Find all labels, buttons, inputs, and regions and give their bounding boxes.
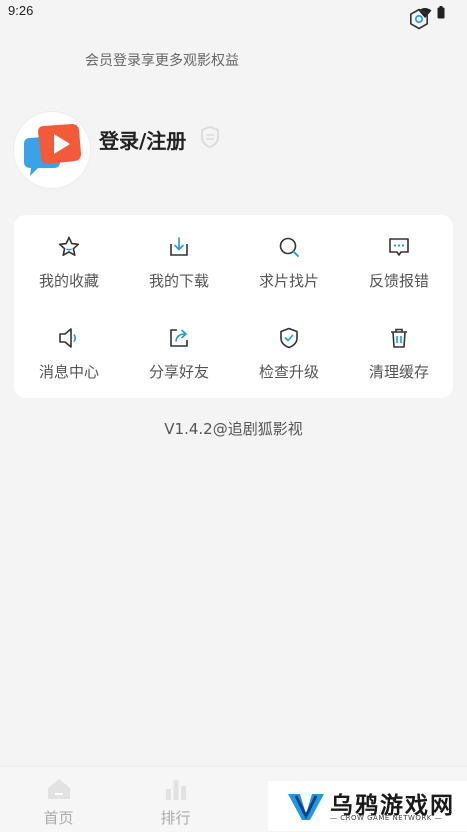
feedback-icon: [387, 235, 411, 259]
shield-check-icon: [277, 326, 301, 350]
menu-item-check-update[interactable]: 检查升级: [234, 306, 344, 386]
menu-item-messages[interactable]: 消息中心: [14, 306, 124, 386]
tab-home[interactable]: 首页: [0, 767, 117, 832]
menu-item-favorites[interactable]: 我的收藏: [14, 215, 124, 295]
login-subtitle: 会员登录享更多观影权益: [85, 53, 239, 69]
download-icon: [167, 235, 191, 259]
menu-item-share[interactable]: 分享好友: [124, 306, 234, 386]
menu-item-label: 我的下载: [148, 272, 209, 290]
menu-item-downloads[interactable]: 我的下载: [124, 215, 234, 295]
watermark-subtitle: — CROW GAME NETWORK —: [330, 814, 443, 822]
app-version: V1.4.2@追剧狐影视: [164, 420, 303, 438]
menu-item-label: 消息中心: [38, 363, 99, 381]
profile-header[interactable]: 登录/注册: [14, 112, 454, 192]
home-icon: [46, 777, 72, 805]
menu-item-label: 检查升级: [258, 363, 319, 381]
tab-label: 排行: [160, 809, 191, 827]
tab-ranking[interactable]: 排行: [117, 767, 234, 832]
search-icon: [277, 235, 301, 259]
menu-item-feedback[interactable]: 反馈报错: [344, 215, 454, 295]
login-register-title[interactable]: 登录/注册: [99, 125, 186, 154]
menu-item-label: 我的收藏: [38, 272, 99, 290]
menu-item-label: 反馈报错: [368, 272, 429, 290]
menu-item-label: 求片找片: [258, 272, 319, 290]
tab-label: 首页: [43, 809, 74, 827]
bar-chart-icon: [163, 777, 189, 805]
menu-item-label: 清理缓存: [368, 363, 429, 381]
status-bar: 9:26: [0, 0, 467, 22]
menu-item-label: 分享好友: [148, 363, 209, 381]
star-icon: [57, 235, 81, 259]
function-menu-card: 我的收藏 我的下载 求片找片 反馈报错 消息中心 分享好友 检查升级 清理缓存: [14, 215, 453, 398]
share-icon: [167, 326, 191, 350]
app-logo-icon: [24, 124, 81, 176]
speaker-icon: [57, 326, 81, 350]
battery-icon: [437, 4, 445, 23]
menu-item-clear-cache[interactable]: 清理缓存: [344, 306, 454, 386]
settings-icon[interactable]: [408, 8, 430, 34]
crow-logo-icon: [286, 790, 326, 826]
vip-badge-icon: [199, 125, 221, 153]
menu-item-request[interactable]: 求片找片: [234, 215, 344, 295]
trash-icon: [387, 326, 411, 350]
site-watermark: 乌鸦游戏网 — CROW GAME NETWORK —: [268, 781, 467, 831]
status-time: 9:26: [8, 3, 34, 18]
avatar[interactable]: [14, 112, 90, 188]
